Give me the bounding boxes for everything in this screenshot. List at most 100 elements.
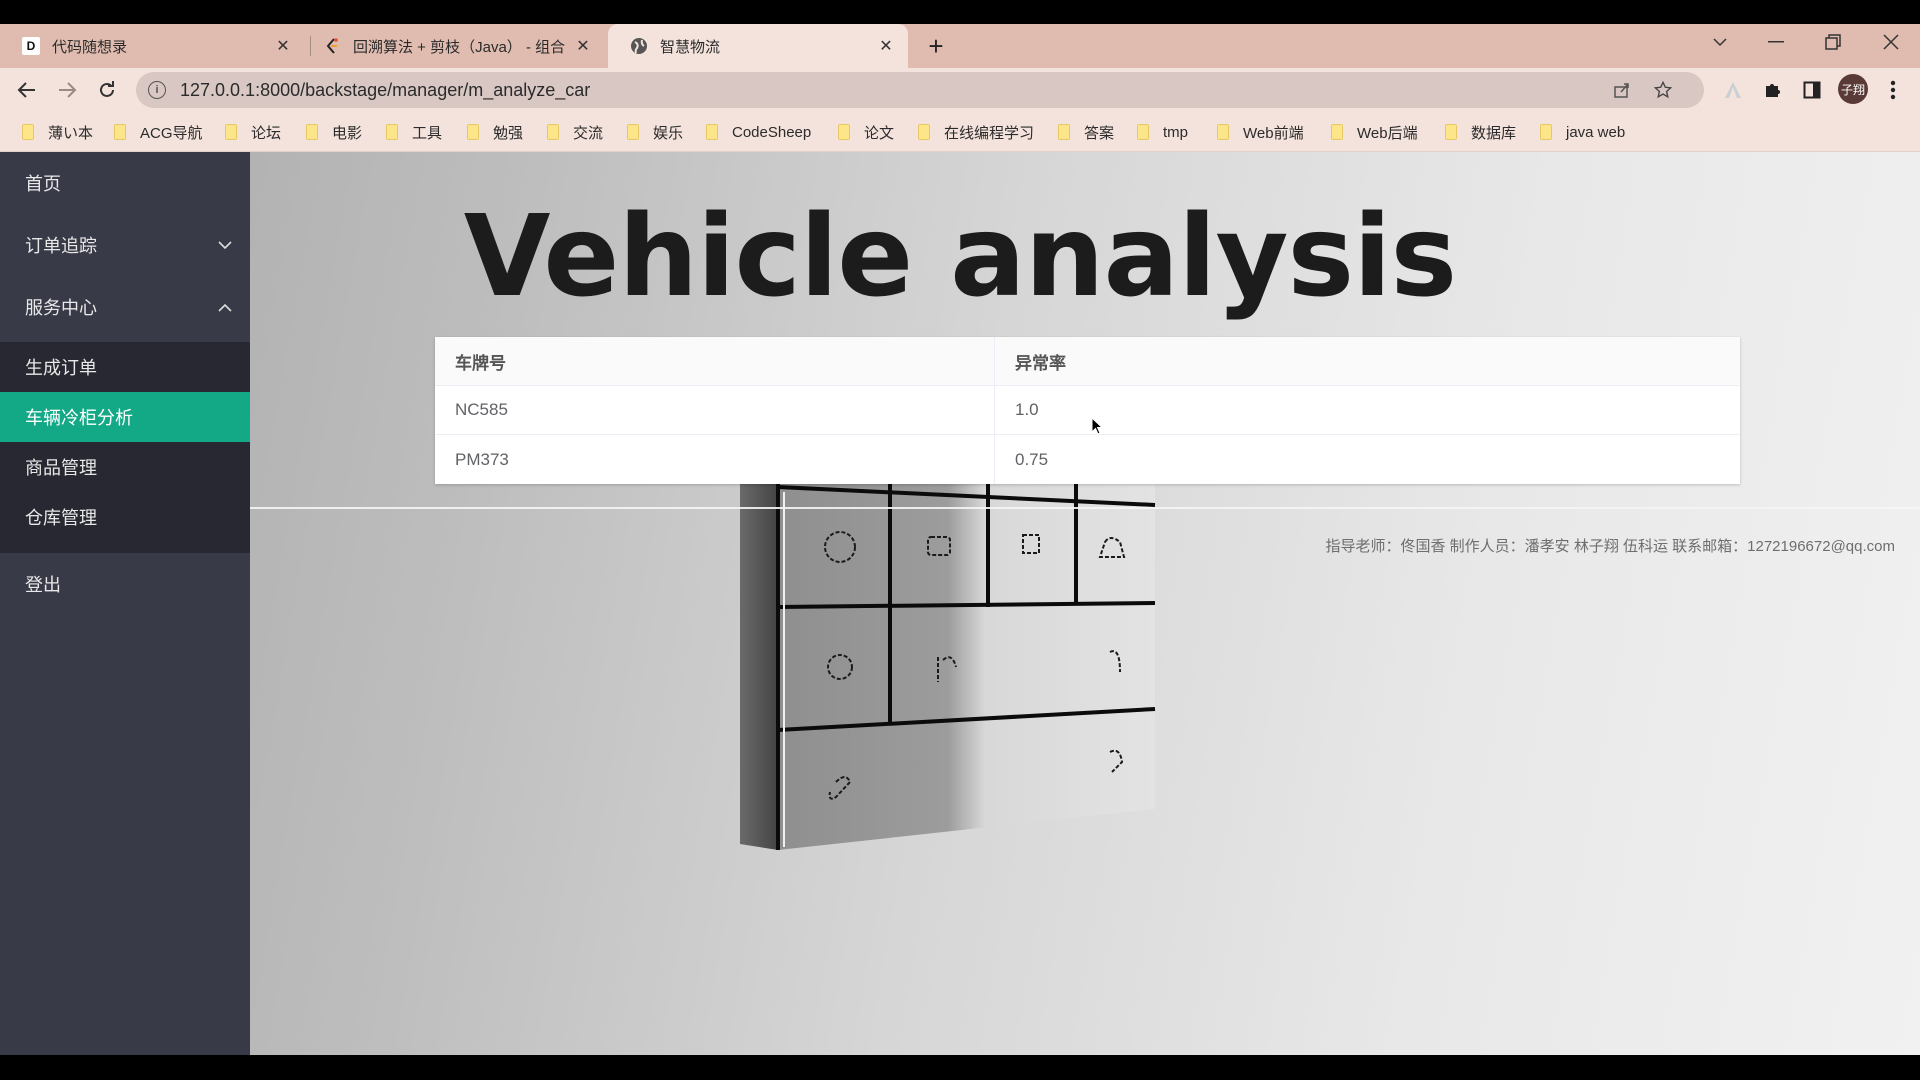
bookmark-label: 数据库 [1471, 124, 1517, 142]
profile-avatar[interactable]: 子翔 [1838, 74, 1868, 104]
table-row[interactable]: PM373 0.75 [435, 435, 1740, 484]
bookmark-item[interactable]: 薄い本 [22, 112, 93, 152]
folder-icon [467, 124, 479, 140]
sidebar-item-logout[interactable]: 登出 [0, 553, 250, 615]
back-button[interactable] [12, 75, 42, 105]
tab-leetcode[interactable]: 回溯算法 + 剪枝（Java） - 组合 ✕ [305, 24, 605, 68]
bookmark-label: 工具 [412, 124, 443, 142]
sidebar-item-label: 车辆冷柜分析 [25, 408, 133, 428]
bookmark-label: Web前端 [1243, 124, 1304, 142]
minimize-icon [1768, 41, 1784, 43]
bookmarks-bar: 薄い本 ACG导航 论坛 电影 工具 勉强 交流 娱乐 CodeSheep 论文 在线编程学习 答案 t… [0, 112, 1920, 152]
folder-icon [225, 124, 237, 140]
tab-close-button[interactable]: ✕ [874, 36, 898, 56]
page-title: Vehicle analysis [463, 192, 1457, 322]
folder-icon [386, 124, 398, 140]
tab-daimasuixianglu[interactable]: D 代码随想录 ✕ [0, 24, 305, 68]
reload-button[interactable] [92, 75, 122, 105]
chevron-down-icon [1713, 38, 1727, 47]
sidebar-item-label: 生成订单 [25, 358, 97, 378]
bookmark-item[interactable]: 娱乐 [627, 112, 683, 152]
bookmark-item[interactable]: 电影 [306, 112, 362, 152]
share-icon[interactable] [1607, 72, 1637, 108]
forward-button[interactable] [52, 75, 82, 105]
tab-close-button[interactable]: ✕ [271, 36, 295, 56]
anomaly-rate-cell: 1.0 [1015, 400, 1039, 419]
bookmark-item[interactable]: 论坛 [225, 112, 281, 152]
sidebar-item-vehicle-analysis[interactable]: 车辆冷柜分析 [0, 392, 250, 442]
more-menu-icon[interactable] [1878, 75, 1908, 105]
screen-bottom-edge [0, 1055, 1920, 1080]
bookmark-label: 勉强 [493, 124, 524, 142]
sidebar-item-warehouse-management[interactable]: 仓库管理 [0, 492, 250, 542]
url-text[interactable]: 127.0.0.1:8000/backstage/manager/m_analy… [180, 80, 590, 101]
bookmark-label: 薄い本 [48, 124, 94, 142]
bookmark-item[interactable]: Web前端 [1217, 112, 1304, 152]
folder-icon [1445, 124, 1457, 140]
bookmark-star-icon[interactable] [1648, 72, 1678, 108]
restore-icon [1825, 34, 1841, 50]
folder-icon [1058, 124, 1070, 140]
vehicle-analysis-table: 车牌号 异常率 NC585 1.0 PM373 0.75 [435, 337, 1740, 484]
bookmark-label: 答案 [1084, 124, 1115, 142]
column-header-anomaly-rate[interactable]: 异常率 [995, 337, 1740, 385]
web-page: 首页 订单追踪 服务中心 生成订单 车辆冷柜分析 商品管理 仓库管理 登出 Ve… [0, 152, 1920, 1055]
side-panel-icon[interactable] [1797, 75, 1827, 105]
tab-zhihuiwuliu[interactable]: 智慧物流 ✕ [608, 24, 908, 68]
extensions-puzzle-icon[interactable] [1757, 75, 1787, 105]
folder-icon [1137, 124, 1149, 140]
arrow-right-icon [59, 82, 77, 98]
bookmark-item[interactable]: 数据库 [1445, 112, 1516, 152]
bookmark-item[interactable]: 勉强 [467, 112, 523, 152]
daimasuixianglu-favicon-icon: D [22, 37, 40, 55]
bookmark-item[interactable]: 交流 [547, 112, 603, 152]
bookmark-item[interactable]: Web后端 [1331, 112, 1418, 152]
bookmark-item[interactable]: 论文 [838, 112, 894, 152]
site-info-icon[interactable]: i [148, 81, 166, 99]
folder-icon [1540, 124, 1552, 140]
folder-icon [547, 124, 559, 140]
service-center-submenu: 生成订单 车辆冷柜分析 商品管理 仓库管理 [0, 342, 250, 553]
sidebar-item-service-center[interactable]: 服务中心 [0, 276, 250, 338]
folder-icon [1331, 124, 1343, 140]
bookmark-item[interactable]: ACG导航 [114, 112, 203, 152]
tab-strip: D 代码随想录 ✕ 回溯算法 + 剪枝（Java） - 组合 ✕ 智慧物流 ✕ [0, 24, 1920, 68]
bookmark-item[interactable]: 工具 [386, 112, 442, 152]
leetcode-icon [323, 37, 341, 55]
folder-icon [1217, 124, 1229, 140]
tab-title: 回溯算法 + 剪枝（Java） - 组合 [353, 38, 566, 56]
folder-icon [918, 124, 930, 140]
bookmark-item[interactable]: CodeSheep [706, 112, 811, 152]
close-icon [1883, 34, 1899, 50]
column-header-plate[interactable]: 车牌号 [435, 337, 995, 385]
browser-toolbar: i 127.0.0.1:8000/backstage/manager/m_ana… [0, 68, 1920, 112]
bookmark-label: CodeSheep [732, 123, 812, 141]
address-bar[interactable]: i 127.0.0.1:8000/backstage/manager/m_ana… [136, 72, 1704, 108]
sidebar-item-label: 订单追踪 [25, 236, 97, 256]
divider [250, 507, 1920, 509]
bookmark-item[interactable]: java web [1540, 112, 1625, 152]
sidebar-item-create-order[interactable]: 生成订单 [0, 342, 250, 392]
restore-button[interactable] [1813, 24, 1853, 60]
folder-icon [306, 124, 318, 140]
extension-a-icon[interactable] [1718, 75, 1748, 105]
bookmark-label: 电影 [332, 124, 363, 142]
sidebar-item-product-management[interactable]: 商品管理 [0, 442, 250, 492]
tab-close-button[interactable]: ✕ [571, 36, 595, 56]
bookmark-item[interactable]: 答案 [1058, 112, 1114, 152]
globe-icon [630, 37, 648, 55]
sidebar-item-label: 登出 [25, 575, 61, 595]
sidebar-item-home[interactable]: 首页 [0, 152, 250, 214]
table-row[interactable]: NC585 1.0 [435, 386, 1740, 435]
sidebar-item-order-tracking[interactable]: 订单追踪 [0, 214, 250, 276]
mouse-cursor-icon [1091, 417, 1103, 435]
bookmark-item[interactable]: tmp [1137, 112, 1188, 152]
folder-icon [627, 124, 639, 140]
close-window-button[interactable] [1871, 24, 1911, 60]
new-tab-button[interactable]: + [922, 24, 950, 68]
minimize-button[interactable] [1756, 24, 1796, 60]
bookmark-label: 论坛 [251, 124, 282, 142]
footer-credits: 指导老师：佟国香 制作人员：潘孝安 林子翔 伍科运 联系邮箱：127219667… [1325, 538, 1895, 555]
bookmark-item[interactable]: 在线编程学习 [918, 112, 1034, 152]
tab-search-button[interactable] [1700, 24, 1740, 60]
